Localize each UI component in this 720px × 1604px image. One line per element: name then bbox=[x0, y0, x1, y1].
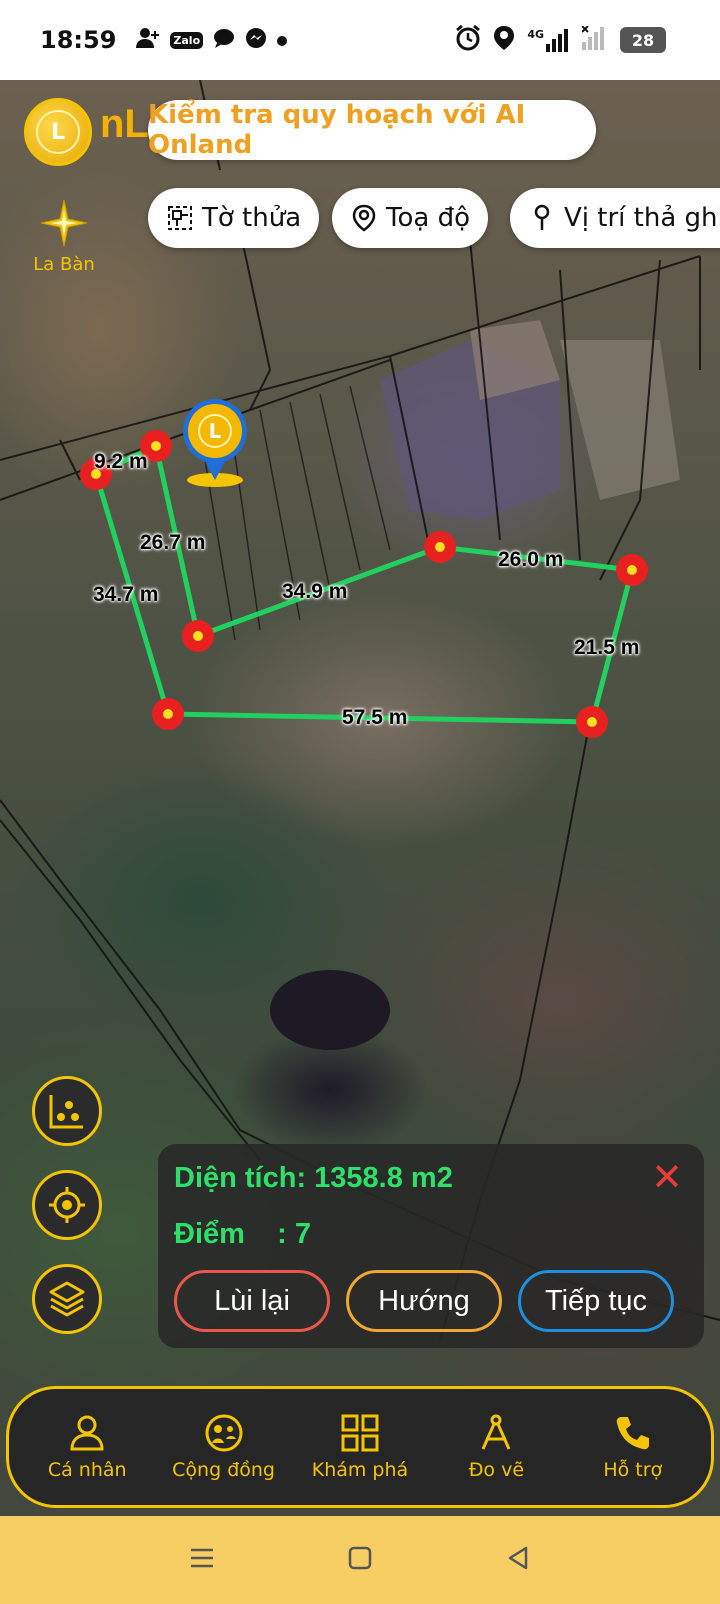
location-pin-icon bbox=[350, 204, 378, 232]
nav-support-label: Hỗ trợ bbox=[603, 1459, 663, 1481]
chip-parcel-label: Tờ thửa bbox=[202, 203, 302, 233]
compass-icon bbox=[40, 199, 88, 247]
app-logo[interactable]: L bbox=[24, 98, 92, 166]
points-count: Điểm : 7 bbox=[174, 1218, 311, 1250]
signal-4g-icon: 4G bbox=[527, 28, 570, 52]
distance-label: 26.7 m bbox=[140, 531, 206, 554]
phone-icon bbox=[616, 1417, 649, 1450]
network-type: 4G bbox=[527, 28, 544, 41]
system-nav-bar bbox=[0, 1516, 720, 1604]
chip-coordinates-label: Toạ độ bbox=[386, 203, 470, 233]
svg-text:L: L bbox=[209, 419, 222, 443]
grid-icon bbox=[341, 1414, 379, 1452]
zalo-icon: Zalo bbox=[170, 31, 204, 49]
nav-explore-label: Khám phá bbox=[311, 1459, 409, 1481]
parcel-icon bbox=[166, 204, 194, 232]
location-icon bbox=[493, 25, 515, 56]
chip-pin-drop-label: Vị trí thả ghim bbox=[564, 203, 720, 233]
distance-label: 34.9 m bbox=[282, 580, 348, 603]
nav-measure-label: Đo vẽ bbox=[468, 1459, 525, 1481]
layers-button[interactable] bbox=[32, 1264, 102, 1334]
close-icon[interactable]: ✕ bbox=[650, 1158, 684, 1196]
area-value: Diện tích: 1358.8 m2 bbox=[174, 1162, 453, 1194]
distance-label: 34.7 m bbox=[93, 583, 159, 606]
notification-icons: Zalo bbox=[136, 27, 288, 54]
logo-emblem-icon: L bbox=[36, 110, 80, 154]
layers-icon bbox=[49, 1281, 85, 1317]
compass-label: La Bàn bbox=[33, 254, 95, 275]
chart-button[interactable] bbox=[32, 1076, 102, 1146]
menu-icon[interactable] bbox=[188, 1544, 216, 1576]
nav-community-label: Cộng đồng bbox=[172, 1459, 275, 1481]
pin-drop-icon bbox=[528, 204, 556, 232]
logo-text: nL bbox=[100, 102, 149, 146]
alarm-icon bbox=[455, 24, 481, 56]
distance-label: 57.5 m bbox=[342, 706, 408, 729]
measurement-panel: Diện tích: 1358.8 m2 Điểm : 7 ✕ Lùi lại … bbox=[158, 1144, 704, 1348]
status-time: 18:59 bbox=[40, 26, 117, 54]
nav-community[interactable]: Cộng đồng bbox=[159, 1413, 289, 1481]
distance-label: 26.0 m bbox=[498, 548, 564, 571]
distance-label: 9.2 m bbox=[94, 450, 148, 473]
chip-coordinates[interactable]: Toạ độ bbox=[332, 188, 488, 248]
map-view[interactable]: L nL Kiểm tra quy hoạch với AI Onland Tờ… bbox=[0, 80, 720, 1516]
nav-explore[interactable]: Khám phá bbox=[295, 1413, 425, 1481]
community-icon bbox=[205, 1414, 243, 1452]
messenger-icon bbox=[245, 27, 267, 54]
target-icon bbox=[49, 1187, 85, 1223]
chart-icon bbox=[49, 1095, 83, 1129]
home-icon[interactable] bbox=[346, 1544, 374, 1576]
direction-button[interactable]: Hướng bbox=[346, 1270, 502, 1332]
continue-button[interactable]: Tiếp tục bbox=[518, 1270, 674, 1332]
signal-empty-icon bbox=[581, 24, 608, 55]
person-icon bbox=[70, 1415, 104, 1451]
chip-pin-drop[interactable]: Vị trí thả ghim bbox=[510, 188, 720, 248]
chip-parcel[interactable]: Tờ thửa bbox=[148, 188, 320, 248]
battery-icon: 28 bbox=[620, 27, 666, 53]
distance-label: 21.5 m bbox=[574, 636, 640, 659]
system-icons: 4G 28 bbox=[455, 24, 666, 56]
compass-drawing-icon bbox=[481, 1414, 511, 1450]
add-user-icon bbox=[136, 27, 160, 54]
nav-personal[interactable]: Cá nhân bbox=[22, 1413, 152, 1481]
nav-measure[interactable]: Đo vẽ bbox=[431, 1413, 561, 1481]
status-bar: 18:59 Zalo 4G 28 bbox=[0, 0, 720, 80]
undo-button[interactable]: Lùi lại bbox=[174, 1270, 330, 1332]
dot-icon bbox=[277, 30, 288, 51]
location-marker-icon[interactable]: L bbox=[180, 396, 250, 492]
locate-button[interactable] bbox=[32, 1170, 102, 1240]
bottom-nav: Cá nhân Cộng đồng Khám phá Đo vẽ Hỗ trợ bbox=[6, 1386, 714, 1508]
chat-icon bbox=[213, 28, 235, 53]
nav-support[interactable]: Hỗ trợ bbox=[568, 1413, 698, 1481]
nav-personal-label: Cá nhân bbox=[47, 1459, 127, 1481]
compass-button[interactable]: La Bàn bbox=[30, 198, 98, 275]
back-icon[interactable] bbox=[504, 1544, 532, 1576]
ai-planning-check-button[interactable]: Kiểm tra quy hoạch với AI Onland bbox=[148, 100, 596, 160]
